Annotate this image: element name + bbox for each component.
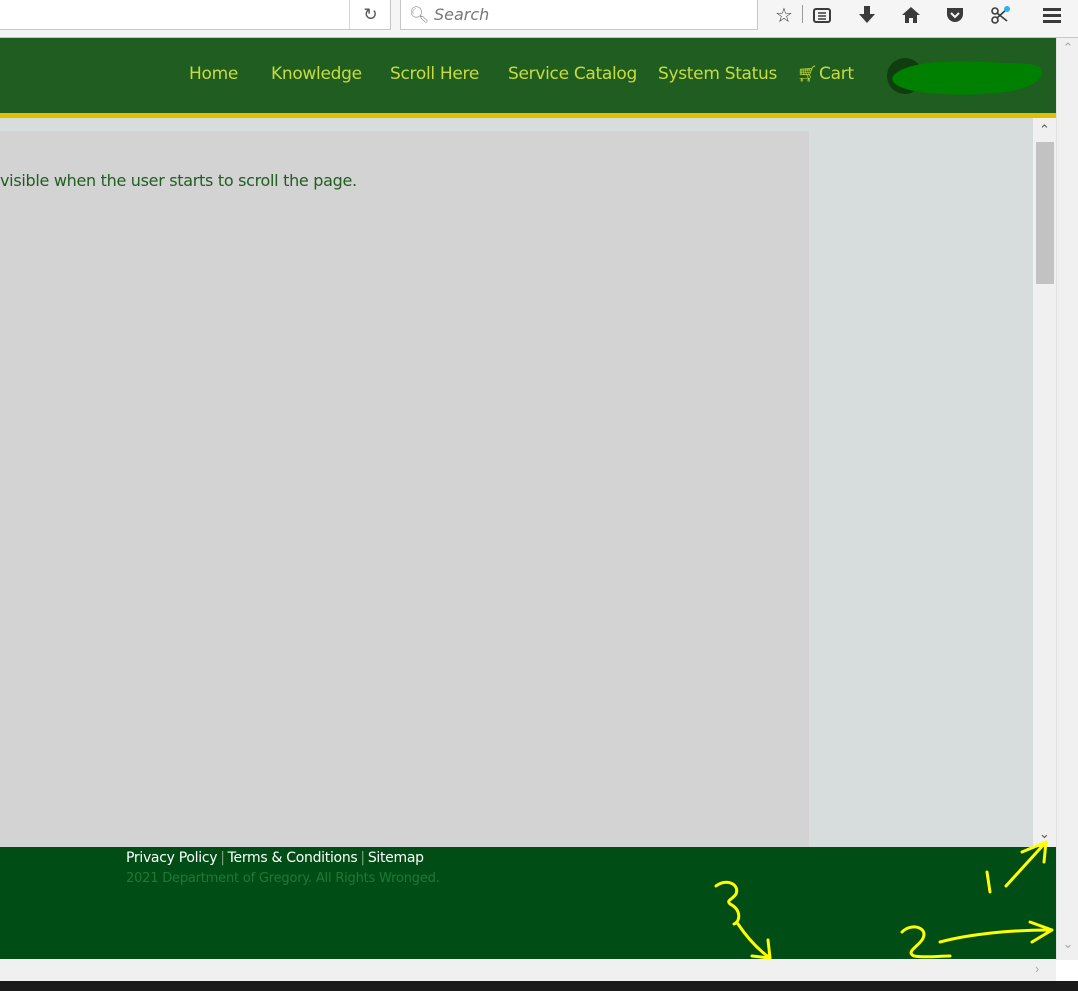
nav-system-status[interactable]: System Status — [658, 64, 777, 84]
search-icon: 🔍︎ — [409, 7, 430, 24]
reading-list-icon[interactable] — [808, 2, 836, 28]
menu-icon[interactable] — [1038, 2, 1066, 28]
site-footer: Privacy Policy | Terms & Conditions | Sitema… — [0, 847, 1056, 959]
footer-link-terms[interactable]: Terms & Conditions — [228, 850, 358, 866]
footer-separator: | — [360, 850, 365, 866]
nav-knowledge[interactable]: Knowledge — [271, 64, 362, 84]
search-placeholder: Search — [434, 5, 490, 24]
nav-scroll-here[interactable]: Scroll Here — [390, 64, 479, 84]
browser-toolbar: ↻ 🔍︎ Search ☆ — [0, 0, 1078, 38]
copyright-text: 2021 Department of Gregory. All Rights W… — [126, 871, 440, 886]
footer-link-sitemap[interactable]: Sitemap — [368, 850, 424, 866]
horizontal-scrollbar[interactable]: › — [0, 959, 1056, 981]
site-navigation: Home Knowledge Scroll Here Service Catal… — [0, 38, 1056, 113]
main-panel: visible when the user starts to scroll t… — [0, 131, 809, 847]
nav-cart[interactable]: 🛒︎ Cart — [797, 64, 854, 84]
nav-cart-label: Cart — [819, 64, 854, 84]
content-area: visible when the user starts to scroll t… — [0, 118, 1033, 847]
bookmark-star-icon[interactable]: ☆ — [770, 2, 798, 28]
os-taskbar — [0, 981, 1078, 991]
redacted-avatar[interactable] — [885, 56, 1045, 98]
footer-links: Privacy Policy | Terms & Conditions | Sitema… — [126, 850, 424, 866]
url-bar[interactable]: ↻ — [0, 0, 391, 30]
toolbar-separator — [802, 5, 803, 23]
footer-link-privacy[interactable]: Privacy Policy — [126, 850, 218, 866]
pocket-icon[interactable] — [941, 2, 969, 28]
page-vertical-scrollbar[interactable]: ⌃ ⌄ — [1033, 118, 1056, 847]
browser-vertical-scrollbar[interactable]: ⌃ ⌄ — [1056, 38, 1078, 960]
footer-separator: | — [220, 850, 225, 866]
chevron-up-icon[interactable]: ⌃ — [1033, 122, 1056, 138]
chevron-down-icon[interactable]: ⌄ — [1057, 936, 1078, 952]
nav-service-catalog[interactable]: Service Catalog — [508, 64, 637, 84]
main-text: visible when the user starts to scroll t… — [0, 171, 357, 190]
extension-icon[interactable] — [986, 2, 1014, 28]
chevron-right-icon[interactable]: › — [1035, 961, 1039, 976]
home-icon[interactable] — [897, 2, 925, 28]
chevron-down-icon[interactable]: ⌄ — [1033, 826, 1056, 842]
search-input[interactable]: 🔍︎ Search — [400, 0, 758, 30]
scrollbar-thumb[interactable] — [1036, 142, 1054, 284]
reload-icon[interactable]: ↻ — [349, 0, 391, 29]
chevron-up-icon[interactable]: ⌃ — [1057, 40, 1078, 56]
download-icon[interactable] — [853, 2, 881, 28]
cart-icon: 🛒︎ — [797, 64, 818, 83]
nav-home[interactable]: Home — [189, 64, 238, 84]
